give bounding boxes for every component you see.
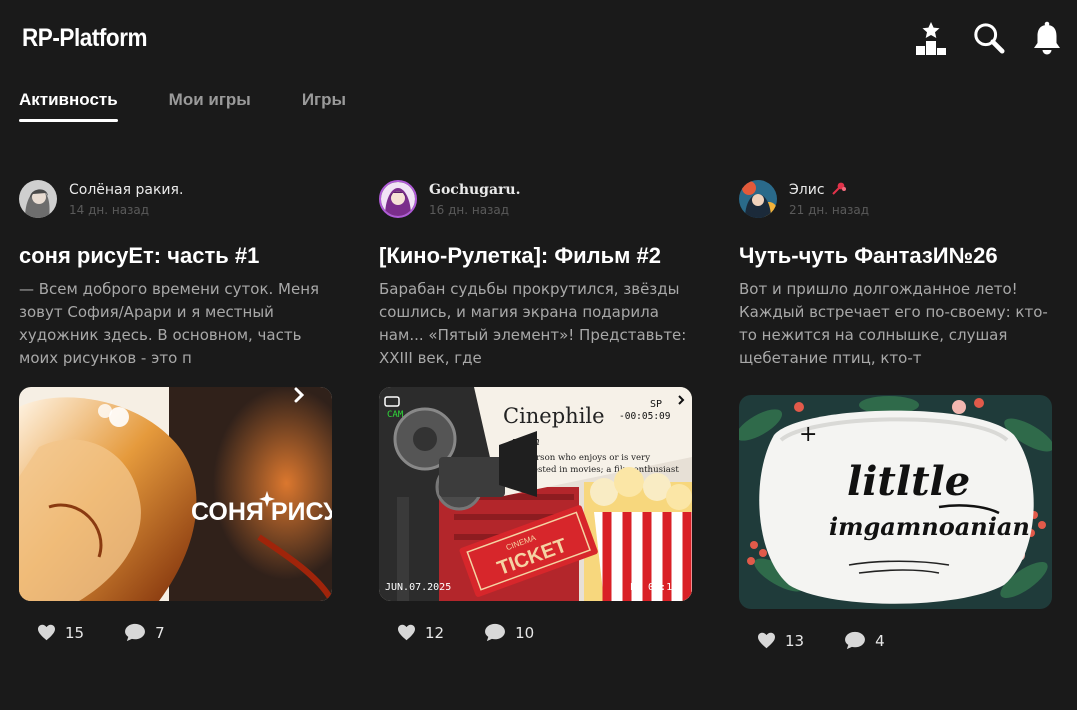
post-image[interactable]: + litltle imgamnoanian (739, 395, 1052, 609)
bell-icon[interactable] (1031, 20, 1063, 56)
post-card[interactable]: Gochugaru. 16 дн. назад [Кино-Рулетка]: … (379, 180, 692, 642)
avatar[interactable] (19, 180, 57, 218)
author-name[interactable]: Gochugaru. (429, 181, 520, 199)
post-stats: 15 7 (19, 623, 332, 642)
image-date: JUN.07.2025 (385, 582, 451, 593)
image-heading: Cinephile (503, 404, 605, 428)
search-icon[interactable] (973, 20, 1005, 56)
image-line-2: imgamnoanian (829, 512, 1030, 541)
comment-button[interactable]: 4 (844, 631, 885, 650)
post-time: 21 дн. назад (789, 203, 870, 217)
comment-count: 10 (515, 623, 535, 642)
app-root: RP-Platform Активность Мои игры Игры Сол… (0, 0, 1077, 710)
tab-games[interactable]: Игры (302, 88, 346, 122)
post-excerpt: Барабан судьбы прокрутился, звёзды сошли… (379, 280, 687, 367)
post-card[interactable]: Элис 21 дн. назад Чуть-чуть ФантазИ№26 В… (739, 180, 1052, 650)
post-excerpt: — Всем доброго времени суток. Меня зовут… (19, 280, 320, 367)
comment-icon (125, 623, 146, 642)
post-image[interactable]: Cinephile noun : a person who enjoys or … (379, 387, 692, 601)
image-text: СОНЯ РИСУЕ (191, 498, 332, 526)
post-author: Gochugaru. 16 дн. назад (379, 180, 692, 220)
post-excerpt: Вот и пришло долгожданное лето! Каждый в… (739, 280, 1048, 367)
image-time: PM 05:12 (630, 582, 678, 593)
header-actions (915, 20, 1063, 56)
post-author: Элис 21 дн. назад (739, 180, 1052, 220)
comment-button[interactable]: 10 (484, 623, 534, 642)
post-title[interactable]: Чуть-чуть ФантазИ№26 (739, 242, 1052, 270)
like-count: 15 (65, 623, 85, 642)
post-time: 14 дн. назад (69, 203, 150, 217)
like-count: 13 (785, 631, 805, 650)
avatar[interactable] (739, 180, 777, 218)
comment-icon (845, 631, 866, 650)
tab-bar: Активность Мои игры Игры (19, 88, 397, 122)
avatar[interactable] (379, 180, 417, 218)
flower-icon (832, 182, 846, 195)
comment-count: 7 (155, 623, 165, 642)
image-counter: -00:05:09 (619, 411, 671, 422)
app-title[interactable]: RP-Platform (22, 24, 148, 53)
heart-icon (398, 624, 415, 641)
post-time: 16 дн. назад (429, 203, 510, 217)
heart-icon (758, 632, 775, 649)
comment-button[interactable]: 7 (124, 623, 165, 642)
image-line-1: litltle (847, 458, 970, 505)
like-count: 12 (425, 623, 445, 642)
author-name[interactable]: Солёная ракия. (69, 181, 183, 199)
image-cam: CAM (387, 410, 404, 420)
heart-icon (38, 624, 55, 641)
post-image[interactable]: СОНЯ РИСУЕ (19, 387, 332, 601)
like-button[interactable]: 13 (757, 632, 804, 650)
svg-text:+: + (799, 422, 817, 447)
like-button[interactable]: 12 (397, 624, 444, 642)
post-stats: 12 10 (379, 623, 692, 642)
tab-my-games[interactable]: Мои игры (169, 88, 251, 122)
post-title[interactable]: [Кино-Рулетка]: Фильм #2 (379, 242, 692, 270)
tab-activity[interactable]: Активность (19, 88, 118, 122)
like-button[interactable]: 15 (37, 624, 84, 642)
leaderboard-icon[interactable] (915, 20, 947, 56)
post-stats: 13 4 (739, 631, 1052, 650)
post-card[interactable]: Солёная ракия. 14 дн. назад соня рисуЕт:… (19, 180, 332, 642)
image-sp: SP (650, 399, 662, 410)
author-name[interactable]: Элис (789, 181, 869, 199)
comment-count: 4 (875, 631, 885, 650)
post-title[interactable]: соня рисуЕт: часть #1 (19, 242, 332, 270)
header: RP-Platform (0, 0, 1077, 78)
author-name-text: Элис (789, 182, 825, 198)
post-author: Солёная ракия. 14 дн. назад (19, 180, 332, 220)
comment-icon (485, 623, 506, 642)
